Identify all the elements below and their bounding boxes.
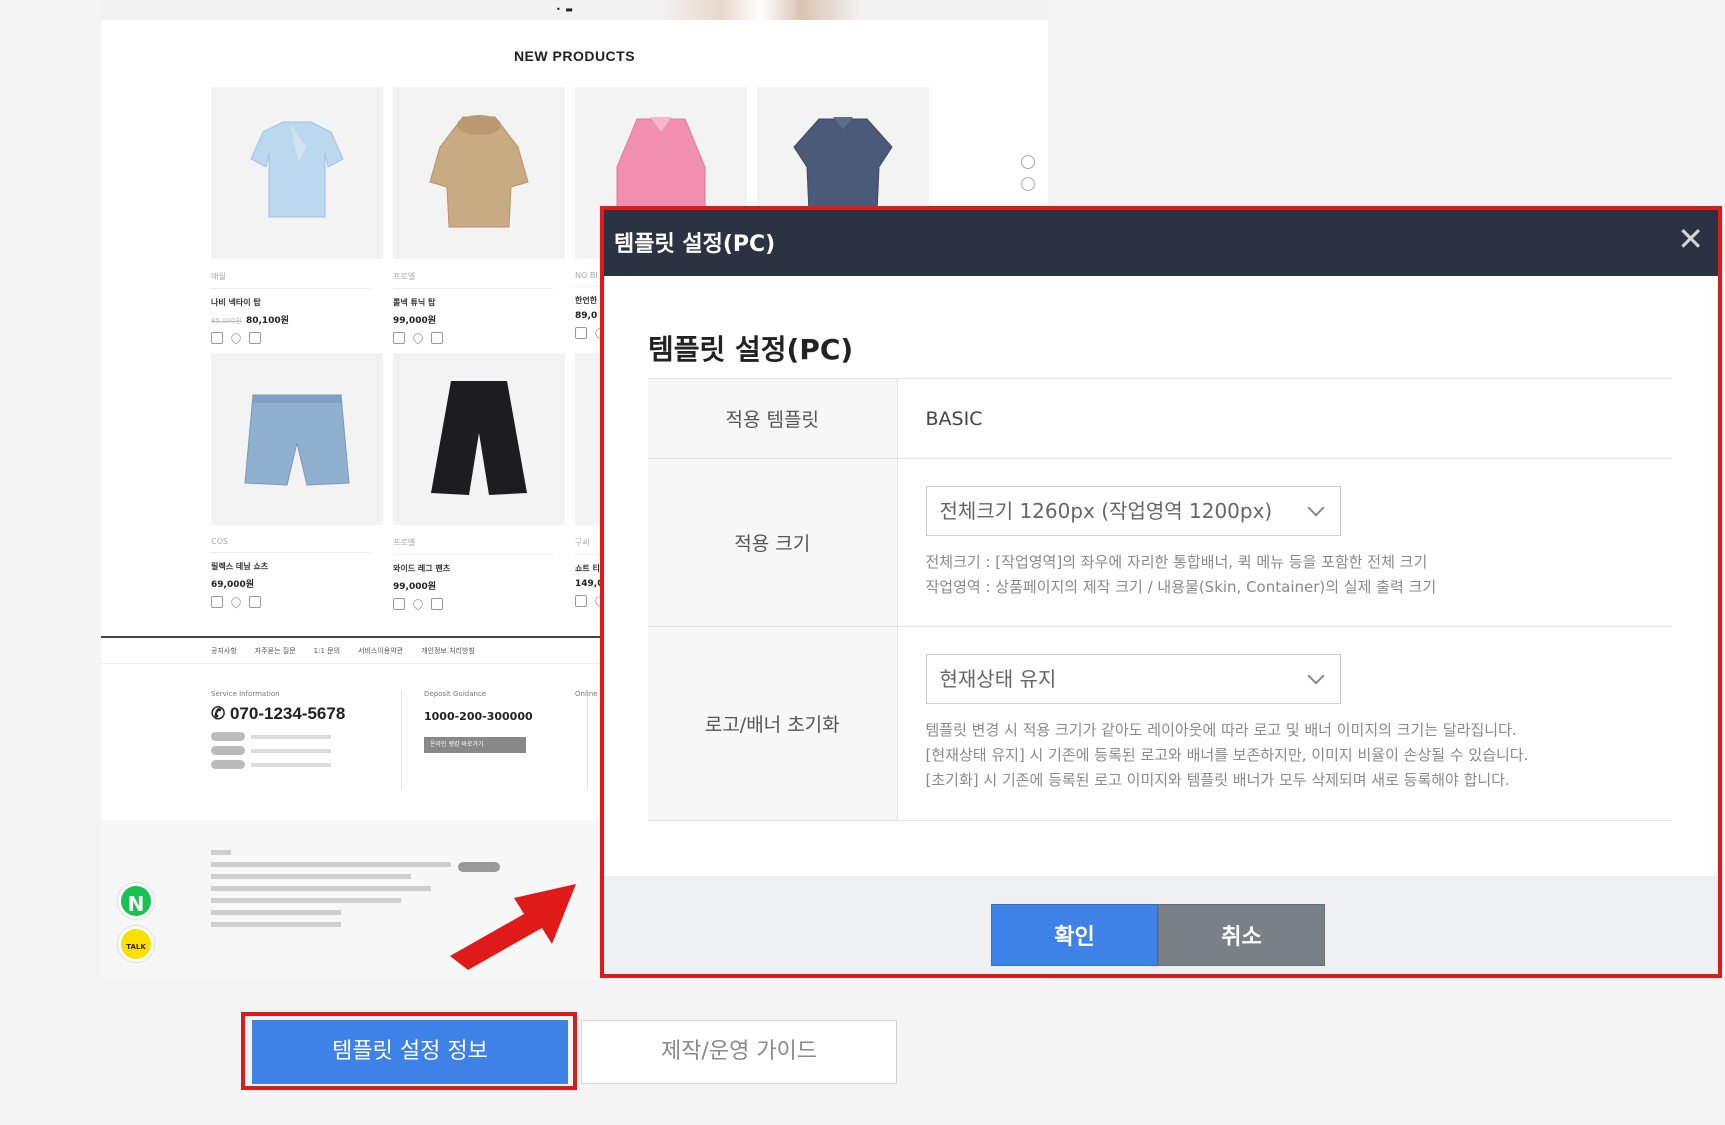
- modal-title: 템플릿 설정(PC): [648, 333, 854, 366]
- confirm-button[interactable]: 확인: [991, 904, 1158, 966]
- slider-dots[interactable]: • ▬: [556, 5, 574, 14]
- search-icon[interactable]: [1021, 155, 1035, 169]
- modal-footer: 확인 취소: [604, 876, 1718, 974]
- close-icon[interactable]: ✕: [1677, 220, 1704, 258]
- product-card[interactable]: COS 릴렉스 데님 쇼츠 69,000원: [211, 353, 383, 609]
- heart-icon[interactable]: [411, 331, 425, 345]
- product-price: 69,000원: [211, 580, 255, 590]
- deposit-caption: Deposit Guidance: [424, 690, 487, 698]
- divider: [393, 554, 553, 555]
- settings-row-template: 적용 템플릿 BASIC: [648, 378, 1672, 459]
- reset-select-value: 현재상태 유지: [939, 667, 1057, 691]
- product-actions: [393, 597, 565, 611]
- product-brand: 프로엘: [393, 272, 416, 281]
- cart-icon[interactable]: [393, 332, 405, 344]
- service-phone: ✆ 070-1234-5678: [211, 704, 346, 723]
- share-icon[interactable]: [249, 596, 261, 608]
- online-info: Online: [575, 690, 598, 698]
- product-card[interactable]: 프로엘 롤넥 튜닉 탑 99,000원: [393, 87, 565, 345]
- product-brand: 애월: [211, 272, 226, 281]
- heart-icon[interactable]: [229, 595, 243, 609]
- pointer-arrow-icon: [450, 884, 576, 970]
- size-select-value: 전체크기 1260px (작업영역 1200px): [939, 498, 1273, 523]
- chevron-down-icon: [1307, 499, 1324, 516]
- size-select[interactable]: 전체크기 1260px (작업영역 1200px): [925, 485, 1341, 536]
- template-settings-modal: 템플릿 설정(PC) ✕ 템플릿 설정(PC) 적용 템플릿 BASIC 적용 …: [600, 206, 1722, 978]
- row-label: 적용 템플릿: [648, 378, 898, 459]
- kakao-talk-button[interactable]: TALK: [118, 926, 154, 962]
- divider: [587, 690, 588, 790]
- product-image[interactable]: [393, 353, 565, 525]
- share-icon[interactable]: [431, 332, 443, 344]
- product-brand: COS: [211, 537, 228, 546]
- deposit-info: Deposit Guidance 1000-200-300000 온라인 뱅킹 …: [424, 690, 533, 753]
- divider: [211, 288, 371, 289]
- product-image[interactable]: [393, 87, 565, 259]
- section-title: NEW PRODUCTS: [513, 48, 636, 64]
- cart-icon[interactable]: [211, 596, 223, 608]
- product-price: 99,000원: [393, 316, 437, 326]
- product-card[interactable]: 프로엘 와이드 레그 팬츠 99,000원: [393, 353, 565, 611]
- divider: [211, 552, 371, 553]
- product-actions: [211, 331, 383, 345]
- product-price: 99,000원: [393, 582, 437, 592]
- cancel-button[interactable]: 취소: [1158, 904, 1325, 966]
- service-caption: Service Information: [211, 690, 280, 698]
- share-icon[interactable]: [431, 598, 443, 610]
- product-actions: [393, 331, 565, 345]
- service-info: Service Information ✆ 070-1234-5678: [211, 690, 345, 774]
- heart-icon[interactable]: [411, 597, 425, 611]
- modal-header-title: 템플릿 설정(PC): [614, 232, 776, 257]
- cart-icon[interactable]: [575, 595, 587, 607]
- hero-image: [661, 0, 861, 20]
- online-caption: Online: [575, 690, 598, 698]
- settings-row-size: 적용 크기 전체크기 1260px (작업영역 1200px) 전체크기 : […: [648, 458, 1672, 627]
- row-label: 로고/배너 초기화: [648, 626, 898, 821]
- production-guide-button[interactable]: 제작/운영 가이드: [581, 1020, 897, 1084]
- product-actions: [211, 595, 383, 609]
- share-icon[interactable]: [249, 332, 261, 344]
- product-name[interactable]: 나비 넥타이 탑: [211, 297, 383, 308]
- quick-menu: [1021, 155, 1043, 199]
- reset-select[interactable]: 현재상태 유지: [925, 654, 1341, 704]
- product-name[interactable]: 롤넥 튜닉 탑: [393, 297, 565, 308]
- deposit-account: 1000-200-300000: [424, 710, 533, 723]
- divider: [401, 690, 402, 790]
- modal-header: 템플릿 설정(PC) ✕: [604, 210, 1718, 276]
- product-name[interactable]: 릴렉스 데님 쇼츠: [211, 561, 383, 572]
- heart-icon[interactable]: [229, 331, 243, 345]
- footer-link[interactable]: 서비스이용약관: [358, 646, 403, 656]
- cart-icon[interactable]: [575, 327, 587, 339]
- product-name[interactable]: 와이드 레그 팬츠: [393, 563, 565, 574]
- chevron-down-icon: [1307, 667, 1324, 685]
- cart-icon[interactable]: [1021, 177, 1035, 191]
- divider: [393, 288, 553, 289]
- settings-table: 적용 템플릿 BASIC 적용 크기 전체크기 1260px (작업영역 120…: [648, 378, 1672, 821]
- product-card[interactable]: 애월 나비 넥타이 탑 85,000원 80,100원: [211, 87, 383, 345]
- row-label: 적용 크기: [648, 458, 898, 627]
- footer-link[interactable]: 자주묻는 질문: [255, 646, 296, 656]
- online-banking-button[interactable]: 온라인 뱅킹 바로가기: [424, 737, 526, 753]
- cart-icon[interactable]: [393, 598, 405, 610]
- footer-link[interactable]: 공지사항: [211, 646, 237, 656]
- template-settings-info-button[interactable]: 템플릿 설정 정보: [252, 1020, 568, 1084]
- hero-banner: [101, 0, 1048, 20]
- footer-link[interactable]: 1:1 문의: [314, 646, 340, 656]
- product-price: 85,000원 80,100원: [211, 316, 289, 326]
- product-image[interactable]: [211, 353, 383, 525]
- cart-icon[interactable]: [211, 332, 223, 344]
- reset-description: 템플릿 변경 시 적용 크기가 같아도 레이아웃에 따라 로고 및 배너 이미지…: [925, 721, 1529, 789]
- naver-talk-button[interactable]: N: [118, 883, 154, 919]
- product-image[interactable]: [211, 87, 383, 259]
- footer-link[interactable]: 개인정보 처리방침: [421, 646, 475, 656]
- size-description: 전체크기 : [작업영역]의 좌우에 자리한 통합배너, 퀵 메뉴 등을 포함한…: [925, 552, 1437, 596]
- settings-row-reset: 로고/배너 초기화 현재상태 유지 템플릿 변경 시 적용 크기가 같아도 레이…: [648, 626, 1672, 821]
- template-value: BASIC: [897, 378, 1672, 459]
- product-brand: 프로엘: [393, 538, 416, 547]
